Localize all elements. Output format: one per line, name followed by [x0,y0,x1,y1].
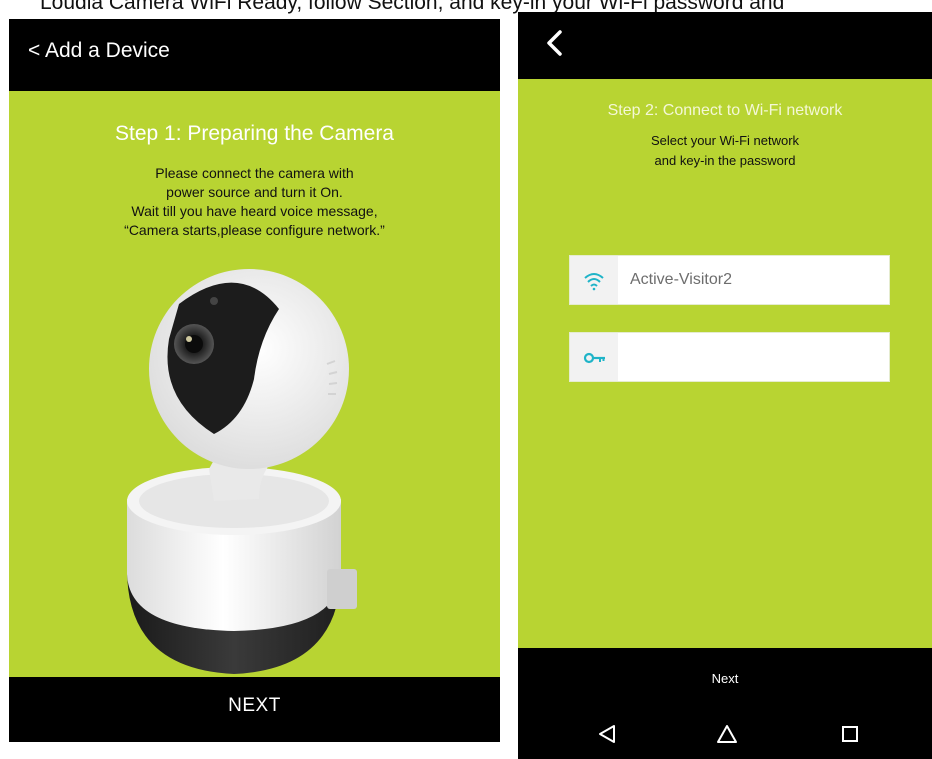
nav-recents-button[interactable] [832,716,868,752]
top-app-bar: < Add a Device [9,19,500,91]
top-app-bar [518,12,932,79]
nav-recents-icon [842,726,858,742]
step2-title: Step 2: Connect to Wi-Fi network [607,102,843,119]
key-icon-cell [570,333,618,381]
nav-home-button[interactable] [709,716,745,752]
back-button-add-device[interactable]: < Add a Device [28,39,170,63]
nav-home-icon [717,725,737,743]
add-device-screen-step1: < Add a Device Step 1: Preparing the Cam… [9,19,500,742]
connect-wifi-screen-step2: Step 2: Connect to Wi-Fi network Select … [518,12,932,759]
step1-title: Step 1: Preparing the Camera [115,122,394,145]
instruction-line-2: power source and turn it On. [166,184,343,200]
camera-illustration [127,269,357,674]
next-button[interactable]: Next [518,671,932,686]
instruction-line-4: “Camera starts,please configure network.… [124,222,385,238]
nav-back-icon [599,725,615,743]
back-chevron-icon[interactable] [544,29,564,57]
subtitle-line-2: and key-in the password [654,153,796,168]
password-input[interactable] [630,333,880,381]
bottom-bar: Next [518,648,932,759]
wifi-icon [584,273,604,291]
instruction-line-1: Please connect the camera with [155,165,354,181]
next-button[interactable]: NEXT [9,695,500,717]
nav-back-button[interactable] [590,716,626,752]
bottom-next-bar: NEXT [9,677,500,742]
wifi-network-field[interactable] [569,255,890,305]
wifi-ssid-input[interactable] [630,256,880,304]
key-icon [583,352,605,364]
subtitle-line-1: Select your Wi-Fi network [650,133,800,148]
instruction-line-3: Wait till you have heard voice message, [131,203,378,219]
wifi-icon-cell [570,256,618,304]
password-field[interactable] [569,332,890,382]
